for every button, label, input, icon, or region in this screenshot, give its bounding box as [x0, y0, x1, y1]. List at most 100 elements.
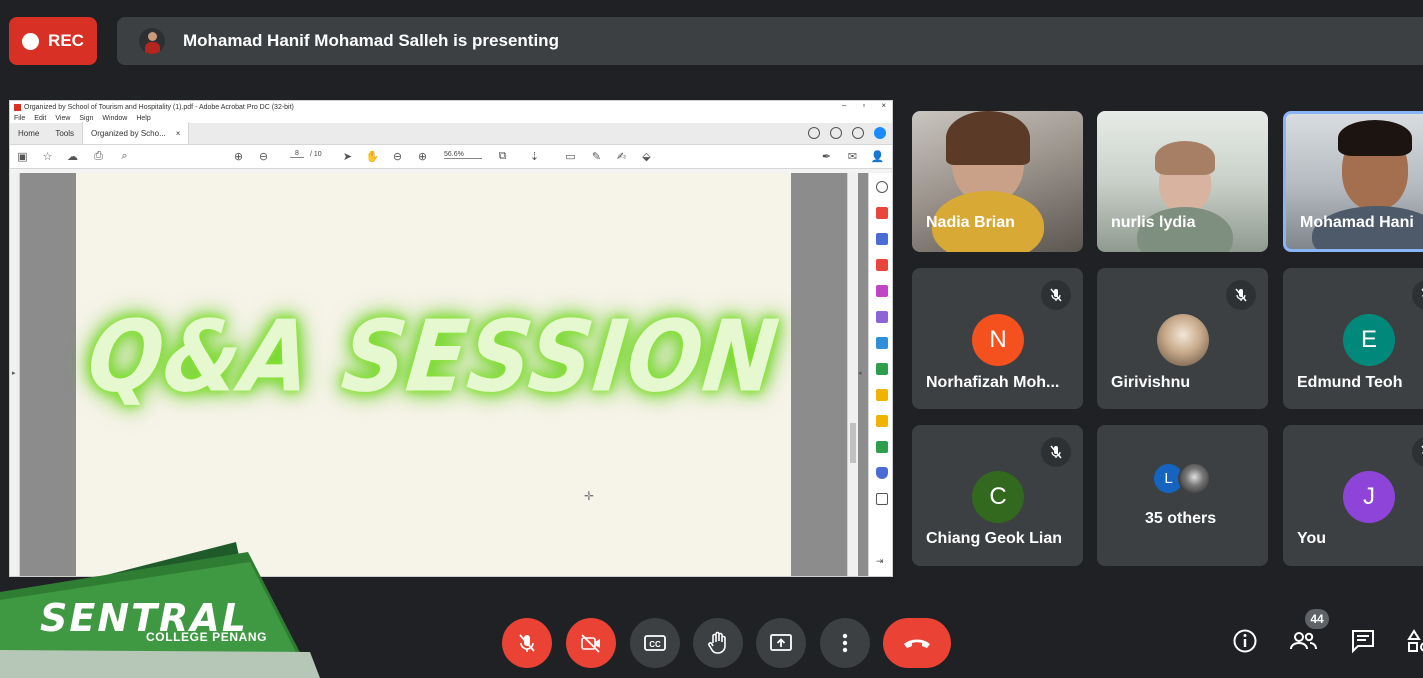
stamp-icon[interactable]: ⬙	[640, 150, 653, 163]
zoom-level[interactable]: 56.6%	[444, 151, 482, 159]
tab-home[interactable]: Home	[10, 122, 47, 144]
tab-tools[interactable]: Tools	[47, 122, 82, 144]
menu-file[interactable]: File	[14, 115, 25, 122]
comment-icon[interactable]	[808, 127, 820, 139]
tab-close-icon[interactable]: ×	[176, 129, 181, 138]
menu-sign[interactable]: Sign	[79, 115, 93, 122]
save-icon[interactable]: ▣	[16, 150, 29, 163]
participant-name: Mohamad Hani	[1300, 214, 1414, 231]
collapse-right-icon[interactable]: ◂	[858, 369, 862, 377]
mic-toggle-button[interactable]	[502, 618, 552, 668]
menu-help[interactable]: Help	[136, 115, 150, 122]
zoom-out-icon[interactable]: ⊖	[391, 150, 404, 163]
highlight-icon[interactable]: ✎	[590, 150, 603, 163]
tab-document-label: Organized by Scho...	[91, 128, 166, 138]
tools-pane: ⇥	[868, 173, 892, 576]
zoom-search-icon[interactable]: ⌕	[118, 150, 131, 163]
participant-tile[interactable]: C Chiang Geok Lian	[912, 425, 1083, 566]
left-panel-rail[interactable]: ▸	[10, 173, 20, 576]
page-down-icon[interactable]: ⊖	[257, 150, 270, 163]
select-cursor-icon[interactable]: ➤	[341, 150, 354, 163]
recording-indicator[interactable]: REC	[9, 17, 97, 65]
participant-hair	[1155, 141, 1215, 175]
account-icon[interactable]	[874, 127, 886, 139]
zoom-in-icon[interactable]: ⊕	[416, 150, 429, 163]
activities-button[interactable]	[1404, 626, 1423, 656]
scroll-mode-icon[interactable]: ⇣	[528, 150, 541, 163]
star-icon[interactable]: ☆	[41, 150, 54, 163]
share-user-icon[interactable]: 👤	[871, 150, 885, 163]
maximize-icon[interactable]: ▫	[862, 101, 865, 110]
logo-subtext: COLLEGE PENANG	[146, 630, 268, 644]
avatar-photo	[1157, 314, 1209, 366]
export-pdf-icon[interactable]	[876, 337, 888, 349]
participant-tile[interactable]: nurlis lydia	[1097, 111, 1268, 252]
protect-icon[interactable]	[876, 467, 888, 479]
menu-window[interactable]: Window	[102, 115, 127, 122]
mic-off-icon	[1041, 280, 1071, 310]
fit-page-icon[interactable]: ⧉	[496, 150, 509, 163]
people-button[interactable]	[1288, 626, 1318, 656]
tab-document[interactable]: Organized by Scho... ×	[82, 122, 190, 144]
sign-icon[interactable]: ✍	[615, 150, 628, 163]
chat-icon	[1352, 630, 1374, 654]
more-tools-icon[interactable]	[876, 493, 888, 505]
collapse-pane-icon[interactable]: ⇥	[876, 556, 888, 568]
organize-pages-icon[interactable]	[876, 259, 888, 271]
send-comments-icon[interactable]	[876, 415, 888, 427]
cloud-upload-icon[interactable]: ☁	[66, 150, 79, 163]
captions-button[interactable]: CC	[630, 618, 680, 668]
pdf-icon	[14, 103, 21, 111]
search-tool-icon[interactable]	[876, 181, 888, 193]
svg-text:CC: CC	[649, 640, 661, 649]
comment-pane-icon[interactable]	[876, 389, 888, 401]
recording-label: REC	[48, 31, 84, 50]
participant-tile[interactable]: Nadia Brian	[912, 111, 1083, 252]
info-icon	[1233, 629, 1257, 653]
participant-hair	[946, 111, 1030, 165]
bell-icon[interactable]	[852, 127, 864, 139]
scroll-thumb[interactable]	[850, 423, 856, 463]
print-icon[interactable]: ⎙	[92, 150, 105, 163]
page-up-icon[interactable]: ⊕	[232, 150, 245, 163]
fill-sign-tool-icon[interactable]	[876, 311, 888, 323]
meeting-info-button[interactable]	[1230, 626, 1260, 656]
page-indicator[interactable]: 8 / 10	[290, 150, 322, 158]
present-screen-button[interactable]	[756, 618, 806, 668]
fill-sign-icon[interactable]: ✒	[820, 150, 833, 163]
page-current[interactable]: 8	[290, 150, 304, 158]
menu-view[interactable]: View	[55, 115, 70, 122]
expand-left-icon[interactable]: ▸	[12, 369, 16, 377]
participant-tile[interactable]: E Edmund Teoh	[1283, 268, 1423, 409]
camera-toggle-button[interactable]	[566, 618, 616, 668]
participant-tile[interactable]: Girivishnu	[1097, 268, 1268, 409]
raise-hand-button[interactable]	[693, 618, 743, 668]
avatar-initial: E	[1360, 326, 1377, 353]
scan-icon[interactable]	[876, 363, 888, 375]
leave-call-button[interactable]	[883, 618, 951, 668]
avatar-initial: C	[989, 483, 1007, 510]
vertical-scrollbar[interactable]	[847, 173, 858, 576]
print-production-icon[interactable]	[876, 441, 888, 453]
menu-edit[interactable]: Edit	[34, 115, 46, 122]
edit-pdf-icon[interactable]	[876, 285, 888, 297]
shared-screen: Organized by School of Tourism and Hospi…	[9, 100, 893, 577]
minimize-icon[interactable]: –	[842, 101, 846, 110]
create-pdf-icon[interactable]	[876, 207, 888, 219]
participant-tile-active[interactable]: Mohamad Hani	[1283, 111, 1423, 252]
chat-button[interactable]	[1348, 626, 1378, 656]
mic-off-icon	[1412, 437, 1423, 467]
help-icon[interactable]	[830, 127, 842, 139]
others-tile[interactable]: L 35 others	[1097, 425, 1268, 566]
comment-tool-icon[interactable]: ▭	[564, 150, 577, 163]
people-icon	[1290, 632, 1317, 650]
close-icon[interactable]: ×	[881, 101, 886, 110]
combine-files-icon[interactable]	[876, 233, 888, 245]
participant-tile[interactable]: N Norhafizah Moh...	[912, 268, 1083, 409]
self-tile[interactable]: J You	[1283, 425, 1423, 566]
mail-icon[interactable]: ✉	[846, 150, 859, 163]
more-options-button[interactable]	[820, 618, 870, 668]
hand-tool-icon[interactable]: ✋	[366, 150, 380, 163]
captions-icon: CC	[644, 635, 666, 651]
camera-off-icon	[581, 634, 600, 653]
